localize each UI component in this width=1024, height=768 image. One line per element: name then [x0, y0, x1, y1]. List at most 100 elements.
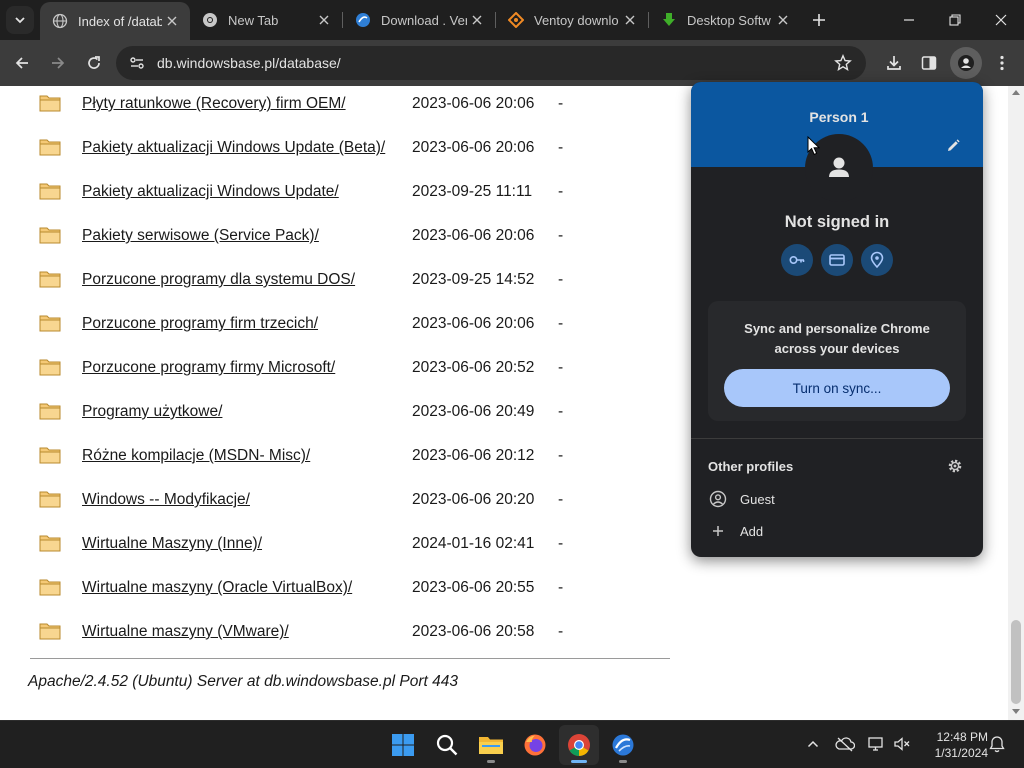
directory-link[interactable]: Pakiety aktualizacji Windows Update (Bet…: [82, 139, 385, 157]
new-tab-button[interactable]: [806, 6, 832, 34]
modified-date: 2023-06-06 20:06: [412, 315, 535, 332]
directory-link[interactable]: Różne kompilacje (MSDN- Misc)/: [82, 447, 310, 465]
close-tab-icon[interactable]: [314, 10, 334, 30]
listing-row: Porzucone programy firmy Microsoft/2023-…: [0, 354, 680, 398]
close-tab-icon[interactable]: [620, 10, 640, 30]
chrome-taskbar-button[interactable]: [559, 725, 599, 765]
forward-button[interactable]: [42, 47, 74, 79]
folder-icon: [39, 622, 61, 640]
close-window-button[interactable]: [978, 0, 1024, 40]
arrow-right-icon: [52, 57, 65, 69]
payment-methods-button[interactable]: [821, 244, 853, 276]
manage-profiles-gear-icon[interactable]: [947, 458, 963, 474]
file-size: -: [558, 359, 564, 376]
firefox-button[interactable]: [515, 725, 555, 765]
listing-row: Pakiety aktualizacji Windows Update/2023…: [0, 178, 680, 222]
file-size: -: [558, 491, 564, 508]
edit-pencil-icon[interactable]: [945, 138, 961, 154]
directory-link[interactable]: Wirtualne maszyny (Oracle VirtualBox)/: [82, 579, 352, 597]
modified-date: 2023-06-06 20:55: [412, 579, 535, 596]
address-bar[interactable]: db.windowsbase.pl/database/: [116, 46, 866, 80]
firefox-icon: [524, 734, 546, 756]
chrome-menu-button[interactable]: [986, 47, 1018, 79]
notifications-button[interactable]: [986, 733, 1008, 755]
scrollbar-thumb[interactable]: [1011, 620, 1021, 704]
side-panel-button[interactable]: [913, 47, 945, 79]
bookmark-star-icon[interactable]: [834, 54, 852, 72]
directory-link[interactable]: Wirtualne Maszyny (Inne)/: [82, 535, 262, 553]
modified-date: 2024-01-16 02:41: [412, 535, 535, 552]
network-tray-icon[interactable]: [866, 733, 888, 755]
tab-title: Index of /datab: [78, 13, 162, 29]
globe-icon: [52, 13, 68, 29]
file-explorer-button[interactable]: [471, 725, 511, 765]
directory-link[interactable]: Windows -- Modyfikacje/: [82, 491, 250, 509]
windows-taskbar: 12:48 PM 1/31/2024: [0, 720, 1024, 768]
directory-link[interactable]: Wirtualne maszyny (VMware)/: [82, 623, 289, 641]
tab-title: Download . Ver: [381, 12, 467, 28]
tab-title: New Tab: [228, 12, 279, 28]
page-scrollbar[interactable]: [1008, 86, 1024, 720]
folder-icon: [39, 490, 61, 508]
tab-index-of-database[interactable]: Index of /datab: [40, 2, 190, 40]
modified-date: 2023-06-06 20:20: [412, 491, 535, 508]
directory-link[interactable]: Porzucone programy firm trzecich/: [82, 315, 318, 333]
sync-card: Sync and personalize Chrome across your …: [708, 301, 966, 421]
volume-muted-tray-icon[interactable]: [891, 733, 913, 755]
file-size: -: [558, 271, 564, 288]
scroll-down-arrow-icon[interactable]: [1012, 709, 1020, 714]
directory-link[interactable]: Pakiety aktualizacji Windows Update/: [82, 183, 339, 201]
tab-desktop-software[interactable]: Desktop Softw: [649, 0, 801, 40]
directory-link[interactable]: Płyty ratunkowe (Recovery) firm OEM/: [82, 95, 346, 113]
profile-button[interactable]: [950, 47, 982, 79]
file-size: -: [558, 403, 564, 420]
directory-link[interactable]: Porzucone programy dla systemu DOS/: [82, 271, 355, 289]
directory-link[interactable]: Programy użytkowe/: [82, 403, 222, 421]
restore-icon: [949, 14, 961, 26]
search-icon: [436, 734, 458, 756]
downloads-button[interactable]: [878, 47, 910, 79]
key-icon: [789, 256, 805, 265]
reload-icon: [88, 56, 100, 69]
browser-app-button[interactable]: [603, 725, 643, 765]
plus-icon: [708, 521, 728, 541]
passwords-button[interactable]: [781, 244, 813, 276]
restore-button[interactable]: [932, 0, 978, 40]
more-vertical-icon: [1000, 55, 1004, 71]
listing-row: Programy użytkowe/2023-06-06 20:49 -: [0, 398, 680, 442]
tab-ventoy-download[interactable]: Ventoy downlo: [496, 0, 648, 40]
server-signature: Apache/2.4.52 (Ubuntu) Server at db.wind…: [28, 673, 458, 690]
guest-profile-item[interactable]: Guest: [708, 487, 966, 511]
person-icon: [829, 157, 849, 177]
file-size: -: [558, 139, 564, 156]
file-size: -: [558, 623, 564, 640]
close-tab-icon[interactable]: [773, 10, 793, 30]
reload-button[interactable]: [78, 47, 110, 79]
scroll-up-arrow-icon[interactable]: [1012, 90, 1020, 95]
directory-link[interactable]: Pakiety serwisowe (Service Pack)/: [82, 227, 319, 245]
minimize-button[interactable]: [886, 0, 932, 40]
file-size: -: [558, 227, 564, 244]
close-tab-icon[interactable]: [162, 11, 182, 31]
site-info-icon[interactable]: [128, 54, 146, 72]
listing-row: Pakiety aktualizacji Windows Update (Bet…: [0, 134, 680, 178]
back-button[interactable]: [6, 47, 38, 79]
system-clock[interactable]: 12:48 PM 1/31/2024: [916, 729, 988, 761]
turn-on-sync-button[interactable]: Turn on sync...: [724, 369, 950, 407]
tab-search-button[interactable]: [6, 6, 34, 34]
sync-description: Sync and personalize Chrome across your …: [744, 321, 930, 356]
listing-row: Porzucone programy dla systemu DOS/2023-…: [0, 266, 680, 310]
taskbar-search-button[interactable]: [427, 725, 467, 765]
tab-new-tab[interactable]: New Tab: [190, 0, 342, 40]
folder-icon: [39, 138, 61, 156]
close-tab-icon[interactable]: [467, 10, 487, 30]
onedrive-tray-icon[interactable]: [834, 733, 856, 755]
directory-link[interactable]: Porzucone programy firmy Microsoft/: [82, 359, 335, 377]
show-hidden-icons-button[interactable]: [802, 733, 824, 755]
tab-download-ver[interactable]: Download . Ver: [343, 0, 495, 40]
active-indicator: [571, 760, 587, 763]
add-profile-item[interactable]: Add: [708, 519, 966, 543]
addresses-button[interactable]: [861, 244, 893, 276]
url-text[interactable]: db.windowsbase.pl/database/: [157, 55, 341, 71]
start-button[interactable]: [383, 725, 423, 765]
